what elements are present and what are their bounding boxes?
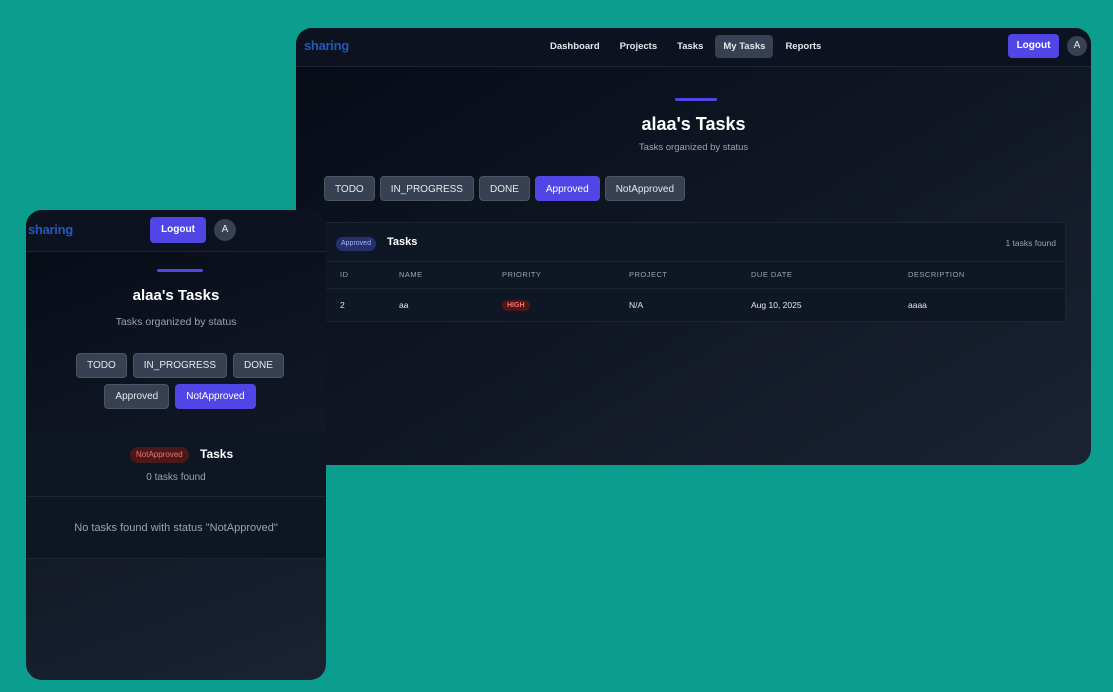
brand-logo[interactable]: sharing <box>304 39 349 52</box>
nav-link-tasks[interactable]: Tasks <box>669 35 711 58</box>
page-subtitle: Tasks organized by status <box>115 316 237 328</box>
filter-approved[interactable]: Approved <box>104 384 170 409</box>
page-title: alaa's Tasks <box>132 287 220 304</box>
column-header-id[interactable]: ID <box>325 262 399 289</box>
column-header-project[interactable]: PROJECT <box>629 262 751 289</box>
status-filter-bar: TODO IN_PROGRESS DONE Approved NotApprov… <box>45 353 315 409</box>
task-count: 0 tasks found <box>146 472 206 483</box>
filter-todo[interactable]: TODO <box>324 176 375 201</box>
tasks-table: ID NAME PRIORITY PROJECT DUE DATE DESCRI… <box>325 262 1065 321</box>
empty-state-message: No tasks found with status "NotApproved" <box>26 496 326 559</box>
filter-not-approved[interactable]: NotApproved <box>604 176 686 201</box>
tasks-section-header: NotApproved Tasks 0 tasks found <box>26 432 326 496</box>
status-badge: NotApproved <box>130 447 189 463</box>
column-header-description[interactable]: DESCRIPTION <box>908 262 1065 289</box>
top-navbar: sharing Dashboard Projects Tasks My Task… <box>296 28 1091 67</box>
brand-logo[interactable]: sharing <box>28 223 73 236</box>
nav-link-my-tasks[interactable]: My Tasks <box>715 35 774 58</box>
cell-description: aaaa <box>908 299 927 310</box>
title-accent-bar <box>675 98 717 101</box>
cell-due-date: Aug 10, 2025 <box>751 299 802 310</box>
column-header-priority[interactable]: PRIORITY <box>502 262 629 289</box>
table-row[interactable]: 2 aa HIGH N/A Aug 10, 2025 aaaa <box>325 288 1065 321</box>
logo-text: sharing <box>28 222 73 237</box>
filter-in-progress[interactable]: IN_PROGRESS <box>379 176 474 201</box>
title-accent-bar <box>157 269 203 272</box>
logout-button[interactable]: Logout <box>1008 34 1059 58</box>
tasks-panel: Approved Tasks 1 tasks found ID NAME PRI… <box>324 222 1066 322</box>
panel-title: Tasks <box>387 236 418 248</box>
filter-approved[interactable]: Approved <box>534 176 600 201</box>
column-header-due-date[interactable]: DUE DATE <box>751 262 908 289</box>
column-header-name[interactable]: NAME <box>399 262 502 289</box>
task-count: 1 tasks found <box>1005 238 1056 248</box>
filter-in-progress[interactable]: IN_PROGRESS <box>132 353 228 378</box>
user-avatar[interactable]: A <box>214 219 236 241</box>
panel-header: Approved Tasks 1 tasks found <box>325 223 1065 262</box>
desktop-window: sharing Dashboard Projects Tasks My Task… <box>296 28 1091 465</box>
cell-priority: HIGH <box>502 288 629 321</box>
mobile-window: sharing Logout A alaa's Tasks Tasks orga… <box>26 210 326 680</box>
status-filter-bar: TODO IN_PROGRESS DONE Approved NotApprov… <box>324 176 686 201</box>
mobile-navbar: sharing Logout A <box>26 210 326 252</box>
nav-links: Dashboard Projects Tasks My Tasks Report… <box>542 35 829 58</box>
priority-badge: HIGH <box>502 299 530 311</box>
filter-todo[interactable]: TODO <box>76 353 127 378</box>
cell-project: N/A <box>629 299 644 310</box>
status-badge: Approved <box>336 237 376 251</box>
logo-text: sharing <box>304 38 349 53</box>
cell-name: aa <box>399 299 409 310</box>
filter-done[interactable]: DONE <box>233 353 284 378</box>
page-subtitle: Tasks organized by status <box>638 142 749 153</box>
cell-id: 2 <box>340 299 345 310</box>
nav-link-reports[interactable]: Reports <box>777 35 829 58</box>
nav-link-dashboard[interactable]: Dashboard <box>542 35 608 58</box>
nav-link-projects[interactable]: Projects <box>612 35 666 58</box>
table-header-row: ID NAME PRIORITY PROJECT DUE DATE DESCRI… <box>325 262 1065 289</box>
filter-not-approved[interactable]: NotApproved <box>175 384 256 409</box>
logout-button[interactable]: Logout <box>150 217 206 243</box>
filter-done[interactable]: DONE <box>478 176 530 201</box>
section-title: Tasks <box>200 447 234 461</box>
page-title: alaa's Tasks <box>641 114 746 134</box>
user-avatar[interactable]: A <box>1067 36 1087 56</box>
